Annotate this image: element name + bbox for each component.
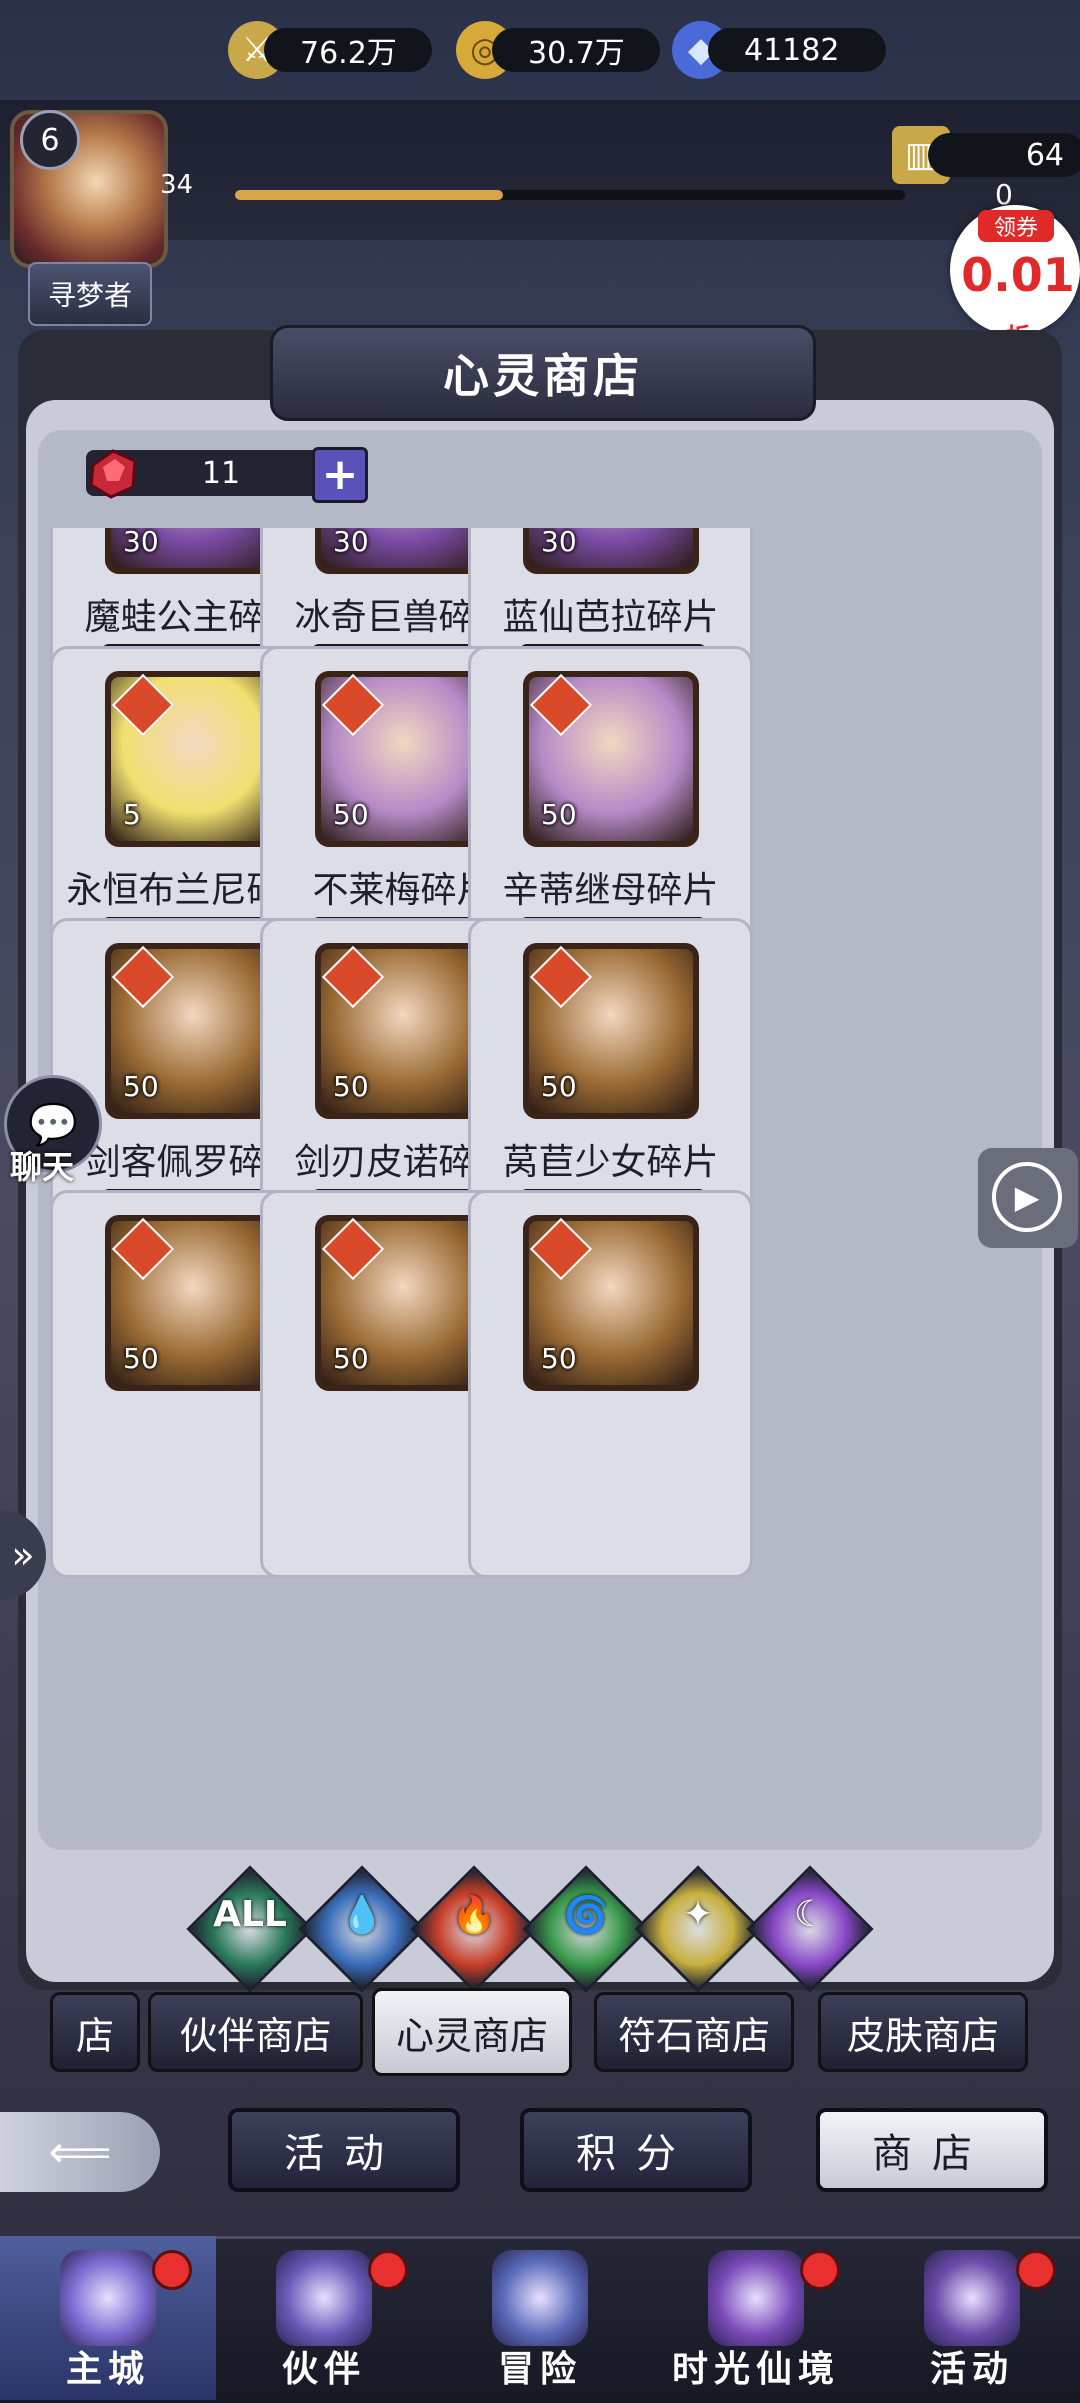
- stamina-resource[interactable]: ▥ 64: [892, 125, 1080, 185]
- shop-title: 心灵商店: [270, 325, 816, 421]
- item-grid: 30魔蛙公主碎片330冰奇巨兽碎片330蓝仙芭拉碎片35永恒布兰尼碎片20等级5…: [50, 528, 1030, 1833]
- stamina-value: 64: [928, 133, 1080, 177]
- notification-dot: [152, 2250, 192, 2290]
- player-title: 寻梦者: [28, 262, 152, 326]
- fire-element-icon: [321, 673, 385, 737]
- dark-element-icon: ☾: [793, 1894, 827, 1935]
- nav-label: 主城: [65, 2349, 150, 2390]
- nav-label: 冒险: [497, 2349, 582, 2390]
- puzzle-piece-icon: 30: [523, 528, 699, 574]
- tab-skin-shop[interactable]: 皮肤商店: [818, 1992, 1028, 2072]
- water-element-icon: 💧: [339, 1895, 385, 1936]
- item-level: 30: [333, 528, 369, 558]
- vip-level: 34: [160, 170, 194, 200]
- gold-resource[interactable]: ◎ 30.7万: [456, 20, 660, 80]
- add-currency-button[interactable]: +: [312, 447, 368, 503]
- shop-item-card[interactable]: 50: [468, 1190, 753, 1578]
- fire-element-icon: [529, 945, 593, 1009]
- item-name: 莴苣少女碎片: [502, 1142, 719, 1183]
- puzzle-piece-icon: 50: [105, 943, 281, 1119]
- item-level: 50: [123, 1342, 159, 1375]
- soul-gem-icon: [89, 449, 137, 499]
- gold-value: 30.7万: [492, 28, 660, 72]
- item-level: 50: [333, 1070, 369, 1103]
- item-name: 蓝仙芭拉碎片: [502, 597, 719, 638]
- notification-dot: [1016, 2250, 1056, 2290]
- item-level: 50: [333, 1342, 369, 1375]
- puzzle-piece-icon: 50: [523, 943, 699, 1119]
- fire-element-icon: [529, 673, 593, 737]
- fire-element-icon: [111, 673, 175, 737]
- store-button[interactable]: 商店: [816, 2108, 1048, 2192]
- activity-button[interactable]: 活动: [228, 2108, 460, 2192]
- play-icon: ▶: [992, 1162, 1062, 1232]
- puzzle-piece-icon: 30: [105, 528, 281, 574]
- points-button[interactable]: 积分: [520, 2108, 752, 2192]
- puzzle-piece-icon: 30: [315, 528, 491, 574]
- fire-element-icon: 🔥: [451, 1895, 497, 1936]
- player-level-badge: 6: [20, 110, 80, 170]
- nav-label: 时光仙境: [671, 2349, 840, 2390]
- back-arrow-icon: ⟸: [48, 2126, 112, 2178]
- chat-bubble-icon: 💬: [28, 1101, 78, 1148]
- nav-compass[interactable]: 冒险: [432, 2236, 648, 2400]
- wind-element-icon: 🌀: [563, 1895, 609, 1936]
- all-filter-icon: ALL: [213, 1894, 287, 1935]
- puzzle-piece-icon: 50: [315, 943, 491, 1119]
- puzzle-piece-icon: 50: [523, 1215, 699, 1391]
- castle-icon: [60, 2250, 156, 2346]
- light-element-icon: ✦: [682, 1894, 714, 1935]
- coupon-tag: 领券: [978, 210, 1054, 242]
- puzzle-piece-icon: 50: [315, 1215, 491, 1391]
- diamond-resource[interactable]: ◆ 41182: [672, 20, 886, 80]
- element-filter-bar: ALL 💧 🔥 🌀 ✦ ☾: [160, 1862, 920, 1993]
- item-level: 5: [123, 798, 141, 831]
- item-level: 50: [123, 1070, 159, 1103]
- nav-label: 活动: [929, 2349, 1014, 2390]
- witch-hat-icon: [276, 2250, 372, 2346]
- cards-icon: [924, 2250, 1020, 2346]
- fire-element-icon: [111, 1217, 175, 1281]
- compass-icon: [492, 2250, 588, 2346]
- fire-element-icon: [529, 1217, 593, 1281]
- notification-dot: [800, 2250, 840, 2290]
- power-value: 76.2万: [264, 28, 432, 72]
- fire-element-icon: [321, 1217, 385, 1281]
- nav-label: 伙伴: [281, 2349, 366, 2390]
- tab-partner-shop[interactable]: 伙伴商店: [148, 1992, 363, 2072]
- fire-element-icon: [321, 945, 385, 1009]
- fire-element-icon: [111, 945, 175, 1009]
- puzzle-piece-icon: 50: [315, 671, 491, 847]
- puzzle-piece-icon: 50: [105, 1215, 281, 1391]
- puzzle-piece-icon: 5: [105, 671, 281, 847]
- notification-dot: [368, 2250, 408, 2290]
- item-level: 50: [541, 798, 577, 831]
- item-level: 50: [333, 798, 369, 831]
- tab-previous-shop[interactable]: 店: [50, 1992, 140, 2072]
- diamond-value: 41182: [708, 28, 886, 72]
- double-chevron-right-icon: »: [11, 1533, 35, 1577]
- portal-icon: [708, 2250, 804, 2346]
- item-level: 30: [541, 528, 577, 558]
- back-button[interactable]: ⟸: [0, 2112, 160, 2192]
- item-name: 辛蒂继母碎片: [502, 870, 719, 911]
- xp-bar-fill: [235, 190, 503, 200]
- item-level: 30: [123, 528, 159, 558]
- tab-soul-shop[interactable]: 心灵商店: [372, 1988, 572, 2076]
- power-resource: ⚔ 76.2万: [228, 20, 432, 80]
- tab-rune-shop[interactable]: 符石商店: [594, 1992, 794, 2072]
- puzzle-piece-icon: 50: [523, 671, 699, 847]
- item-level: 50: [541, 1070, 577, 1103]
- item-level: 50: [541, 1342, 577, 1375]
- chat-label: 聊天: [10, 1148, 75, 1186]
